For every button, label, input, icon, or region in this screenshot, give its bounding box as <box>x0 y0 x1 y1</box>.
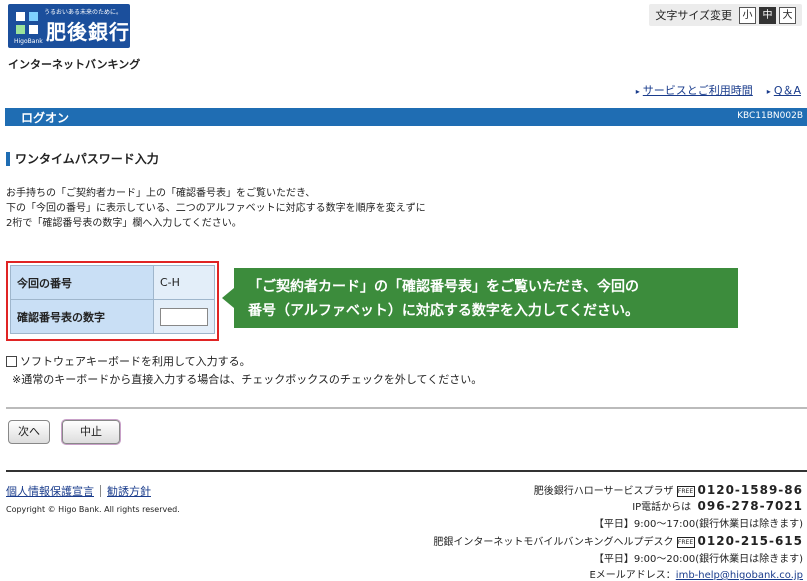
freedial-icon: FREE <box>676 536 695 548</box>
font-size-control: 文字サイズ変更 小 中 大 <box>649 4 802 26</box>
confirmation-number-cell <box>153 299 215 334</box>
helpdesk-number: 0120-215-615 <box>697 534 803 548</box>
arrow-right-icon: ▸ <box>635 87 640 96</box>
font-size-label: 文字サイズ変更 <box>655 9 732 22</box>
plaza-number: 0120-1589-86 <box>697 483 803 497</box>
email-link[interactable]: imb-help@higobank.co.jp <box>676 570 803 581</box>
instruction-callout: 「ご契約者カード」の「確認番号表」をご覧いただき、今回の 番号（アルファベット）… <box>222 268 738 328</box>
heading-bar <box>6 151 10 166</box>
footer-divider <box>6 470 807 472</box>
next-button[interactable]: 次へ <box>8 420 50 444</box>
section-heading-text: ワンタイムパスワード入力 <box>15 152 159 166</box>
email-contact: Eメールアドレス：imb-help@higobank.co.jp <box>589 566 803 581</box>
helpdesk-name: 肥銀インターネットモバイルバンキングヘルプデスク <box>433 537 674 548</box>
callout-line: 「ご契約者カード」の「確認番号表」をご覧いただき、今回の <box>248 279 640 295</box>
cancel-button[interactable]: 中止 <box>62 420 120 444</box>
plaza-contact: 肥後銀行ハローサービスプラザ FREE 0120-1589-86 <box>534 482 803 497</box>
instruction-line: お手持ちの「ご契約者カード」上の「確認番号表」をご覧いただき、 <box>6 188 316 199</box>
service-label: インターネットバンキング <box>8 58 141 71</box>
bank-mark-icon <box>16 12 38 34</box>
font-size-small-button[interactable]: 小 <box>739 6 756 24</box>
solicitation-link[interactable]: 勧誘方針 <box>107 483 151 499</box>
copyright: Copyright © Higo Bank. All rights reserv… <box>6 505 180 514</box>
confirmation-number-input[interactable] <box>160 307 208 326</box>
arrow-right-icon: ▸ <box>766 87 771 96</box>
top-links: ▸ サービスとご利用時間 ▸ Q＆A <box>636 82 801 98</box>
ip-contact: IP電話からは 096-278-7021 <box>632 498 803 513</box>
bank-name: 肥後銀行 <box>46 20 130 44</box>
font-size-large-button[interactable]: 大 <box>779 6 796 24</box>
confirmation-number-label: 確認番号表の数字 <box>10 299 154 334</box>
current-number-label: 今回の番号 <box>10 265 154 300</box>
title-bar: ログオン KBC11BN002B <box>5 108 807 126</box>
software-keyboard-note: ※通常のキーボードから直接入力する場合は、チェックボックスのチェックを外してくだ… <box>12 373 483 386</box>
section-heading: ワンタイムパスワード入力 <box>6 150 159 167</box>
instructions: お手持ちの「ご契約者カード」上の「確認番号表」をご覧いただき、 下の「今回の番号… <box>6 186 426 231</box>
table-row: 確認番号表の数字 <box>10 299 215 334</box>
bank-tagline: うるおいある未来のために。 <box>44 9 123 16</box>
qa-link[interactable]: Q＆A <box>774 84 801 97</box>
ip-number: 096-278-7021 <box>697 499 803 513</box>
instruction-line: 下の「今回の番号」に表示している、二つのアルファベットに対応する数字を順序を変え… <box>6 203 426 214</box>
software-keyboard-label: ソフトウェアキーボードを利用して入力する。 <box>20 355 251 368</box>
software-keyboard-option[interactable]: ソフトウェアキーボードを利用して入力する。 <box>6 353 251 369</box>
table-row: 今回の番号 C-H <box>10 265 215 300</box>
freedial-icon: FREE <box>676 485 695 497</box>
screen-code: KBC11BN002B <box>737 111 803 121</box>
helpdesk-contact: 肥銀インターネットモバイルバンキングヘルプデスク FREE 0120-215-615 <box>433 533 803 548</box>
plaza-hours: 【平日】9:00～17:00(銀行休業日は除きます) <box>593 519 803 530</box>
privacy-link[interactable]: 個人情報保護宣言 <box>6 483 94 499</box>
services-link[interactable]: サービスとご利用時間 <box>643 84 753 97</box>
font-size-medium-button[interactable]: 中 <box>759 6 776 24</box>
email-label: Eメールアドレス： <box>589 570 676 581</box>
link-separator <box>100 485 101 497</box>
callout-line: 番号（アルファベット）に対応する数字を入力してください。 <box>248 303 640 319</box>
software-keyboard-checkbox[interactable] <box>6 355 17 367</box>
plaza-name: 肥後銀行ハローサービスプラザ <box>533 486 674 497</box>
otp-table: 今回の番号 C-H 確認番号表の数字 <box>10 265 215 334</box>
current-number-value: C-H <box>153 265 215 300</box>
instruction-line: 2桁で「確認番号表の数字」欄へ入力してください。 <box>6 218 242 229</box>
page-title: ログオン <box>21 111 70 125</box>
footer-links: 個人情報保護宣言 勧誘方針 <box>6 483 151 499</box>
bank-subname: HigoBank <box>14 38 43 45</box>
ip-label: IP電話からは <box>632 502 692 513</box>
divider <box>6 407 807 409</box>
bank-logo: うるおいある未来のために。 肥後銀行 HigoBank <box>8 4 130 48</box>
helpdesk-hours: 【平日】9:00～20:00(銀行休業日は除きます) <box>593 554 803 565</box>
